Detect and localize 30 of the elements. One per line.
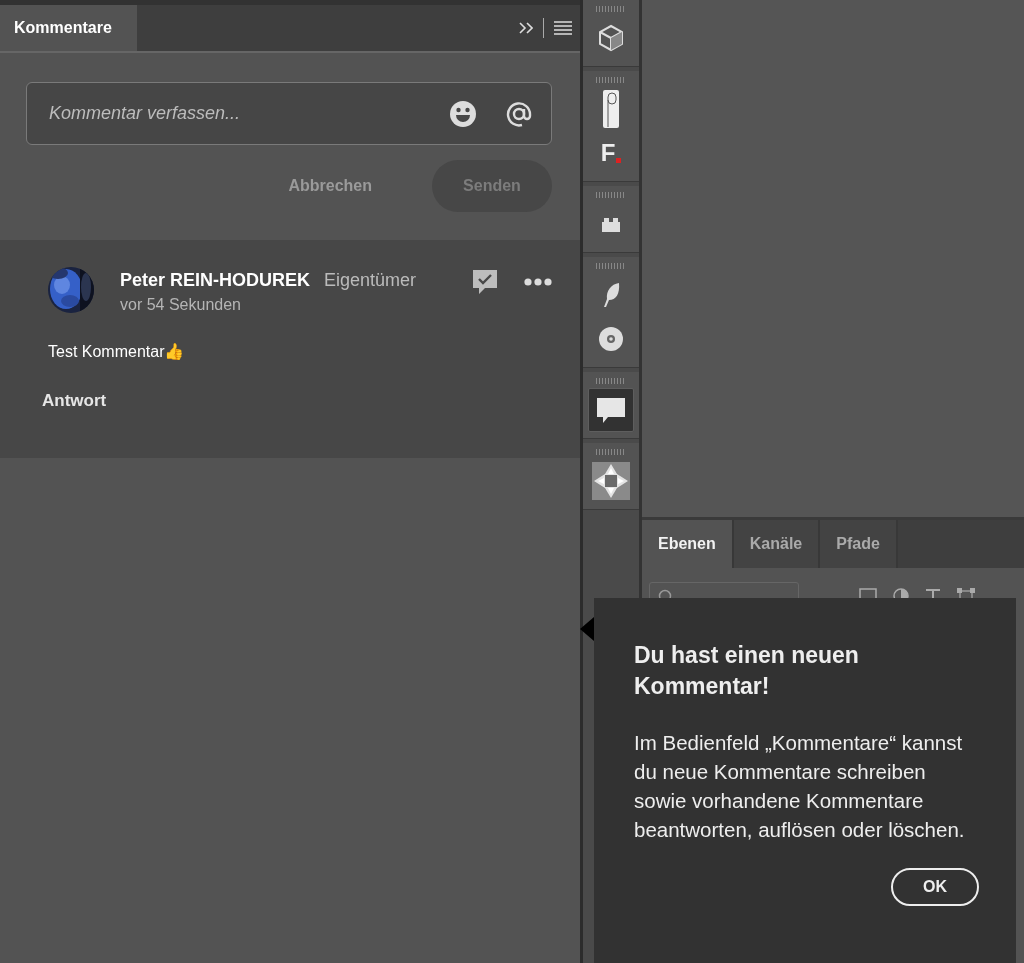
more-icon[interactable] [524, 278, 552, 286]
letter-logo: F [600, 139, 622, 167]
reply-link[interactable]: Antwort [42, 391, 107, 411]
tag-icon [602, 89, 620, 129]
menu-icon[interactable] [554, 21, 572, 35]
comment-text: Test Kommentar👍 [48, 342, 185, 361]
expand-icon[interactable] [519, 21, 533, 35]
comment-input[interactable]: Kommentar verfassen... [47, 102, 421, 125]
panel-tab[interactable]: Pfade [820, 520, 898, 568]
cube-icon [597, 24, 625, 52]
author-role: Eigentümer [324, 270, 417, 291]
comment-field[interactable]: Kommentar verfassen... [26, 82, 552, 145]
resolve-icon[interactable] [472, 269, 498, 295]
panel-tab[interactable]: Kommentare [0, 5, 137, 51]
author-name: Peter REIN-HODUREK [120, 270, 311, 291]
panel-tab[interactable]: Ebenen [642, 520, 734, 568]
mention-icon[interactable] [505, 99, 533, 128]
sparkle-icon [592, 462, 630, 500]
disc-icon [599, 327, 623, 351]
popover-text: Im Bedienfeld „Kommentare“ kannst du neue Kommentare schreiben sowie vorhandene Kommentare beantworten, auflösen oder löschen. [634, 730, 966, 843]
comment-time: vor 54 Sekunden [120, 296, 242, 314]
emoji-icon[interactable] [449, 99, 477, 128]
tool-button[interactable] [588, 388, 634, 432]
comment-icon [596, 396, 626, 424]
ok-button[interactable]: OK [891, 868, 979, 906]
popover-title: Du hast einen neuen Kommentar! [634, 641, 860, 701]
brick-icon [601, 215, 621, 233]
pointer-arrow [580, 617, 594, 641]
feather-icon [601, 282, 621, 308]
panel-tab[interactable]: Kanäle [733, 520, 821, 568]
